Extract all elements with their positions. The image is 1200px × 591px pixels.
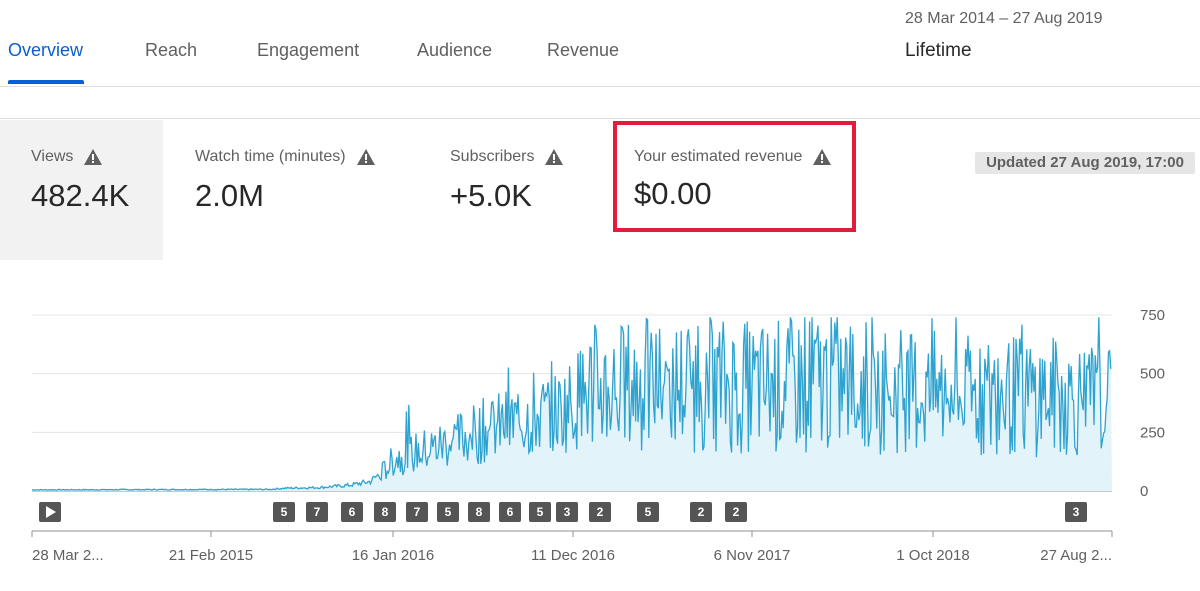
x-tick-label: 1 Oct 2018 xyxy=(896,547,969,564)
date-range-text[interactable]: 28 Mar 2014 – 27 Aug 2019 xyxy=(905,10,1103,28)
annotation-count: 7 xyxy=(314,505,321,519)
y-tick-label: 750 xyxy=(1140,307,1165,324)
annotation-count: 5 xyxy=(537,505,544,519)
updated-timestamp: Updated 27 Aug 2019, 17:00 xyxy=(975,152,1195,174)
annotation-marker: 8 xyxy=(468,502,490,522)
warning-icon[interactable] xyxy=(356,148,376,166)
section-divider xyxy=(0,118,1200,119)
annotation-count: 2 xyxy=(597,505,604,519)
metric-label: Watch time (minutes) xyxy=(195,148,346,165)
x-tick-label: 21 Feb 2015 xyxy=(169,547,253,564)
annotation-marker: 8 xyxy=(374,502,396,522)
x-tick-label: 27 Aug 2... xyxy=(1040,547,1112,564)
x-tick-label: 11 Dec 2016 xyxy=(531,547,615,564)
tab-overview[interactable]: Overview xyxy=(8,40,83,61)
annotation-marker: 5 xyxy=(637,502,659,522)
play-marker xyxy=(39,502,61,522)
x-tick-label: 6 Nov 2017 xyxy=(714,547,791,564)
y-axis: 750 500 250 0 xyxy=(1140,307,1165,500)
metric-card-estimated-revenue[interactable]: Your estimated revenue $0.00 xyxy=(613,120,856,260)
annotation-marker: 5 xyxy=(437,502,459,522)
warning-icon[interactable] xyxy=(812,148,832,166)
y-tick-label: 0 xyxy=(1140,483,1148,500)
annotation-count: 3 xyxy=(564,505,571,519)
tab-bar: Overview Reach Engagement Audience Reven… xyxy=(0,0,1200,87)
tab-revenue[interactable]: Revenue xyxy=(547,40,619,61)
annotation-count: 5 xyxy=(445,505,452,519)
annotation-count: 8 xyxy=(476,505,483,519)
metric-card-views[interactable]: Views 482.4K xyxy=(0,120,163,260)
annotation-marker: 7 xyxy=(406,502,428,522)
metric-label: Subscribers xyxy=(450,148,535,165)
annotation-marker: 6 xyxy=(499,502,521,522)
annotation-count: 6 xyxy=(349,505,356,519)
annotation-count: 2 xyxy=(698,505,705,519)
annotation-marker: 5 xyxy=(529,502,551,522)
annotation-count: 8 xyxy=(382,505,389,519)
metric-value: 2.0M xyxy=(195,178,264,213)
period-selector[interactable]: Lifetime xyxy=(905,40,972,62)
y-tick-label: 500 xyxy=(1140,366,1165,383)
annotation-count: 2 xyxy=(733,505,740,519)
annotation-marker: 2 xyxy=(589,502,611,522)
tab-audience[interactable]: Audience xyxy=(417,40,492,61)
annotation-count: 6 xyxy=(507,505,514,519)
metric-value: 482.4K xyxy=(31,178,130,213)
metric-value: +5.0K xyxy=(450,178,532,213)
metric-card-watch-time[interactable]: Watch time (minutes) 2.0M xyxy=(163,120,413,260)
metric-label: Views xyxy=(31,148,74,165)
annotation-count: 3 xyxy=(1073,505,1080,519)
tab-engagement[interactable]: Engagement xyxy=(257,40,359,61)
x-tick-label: 28 Mar 2... xyxy=(32,547,104,564)
annotation-markers: 5 7 6 8 7 5 8 6 5 3 2 5 2 2 3 xyxy=(39,502,1087,522)
annotation-marker: 7 xyxy=(306,502,328,522)
annotation-count: 5 xyxy=(281,505,288,519)
x-tick-label: 16 Jan 2016 xyxy=(352,547,435,564)
tab-reach[interactable]: Reach xyxy=(145,40,197,61)
active-tab-indicator xyxy=(8,80,84,84)
annotation-marker: 2 xyxy=(725,502,747,522)
warning-icon[interactable] xyxy=(544,148,564,166)
annotation-marker: 2 xyxy=(690,502,712,522)
metric-label: Your estimated revenue xyxy=(634,148,803,165)
y-tick-label: 250 xyxy=(1140,424,1165,441)
views-chart[interactable]: 750 500 250 0 5 7 6 8 7 5 8 6 5 3 2 5 2 2 3 28 Mar 2... 21… xyxy=(0,290,1200,591)
annotation-marker: 3 xyxy=(556,502,578,522)
warning-icon[interactable] xyxy=(83,148,103,166)
annotation-marker: 6 xyxy=(341,502,363,522)
annotation-marker: 5 xyxy=(273,502,295,522)
annotation-count: 5 xyxy=(645,505,652,519)
metric-value: $0.00 xyxy=(634,176,712,211)
x-axis: 28 Mar 2... 21 Feb 2015 16 Jan 2016 11 Dec … xyxy=(31,530,1113,564)
annotation-count: 7 xyxy=(414,505,421,519)
annotation-marker: 3 xyxy=(1065,502,1087,522)
metric-card-subscribers[interactable]: Subscribers +5.0K xyxy=(413,120,613,260)
